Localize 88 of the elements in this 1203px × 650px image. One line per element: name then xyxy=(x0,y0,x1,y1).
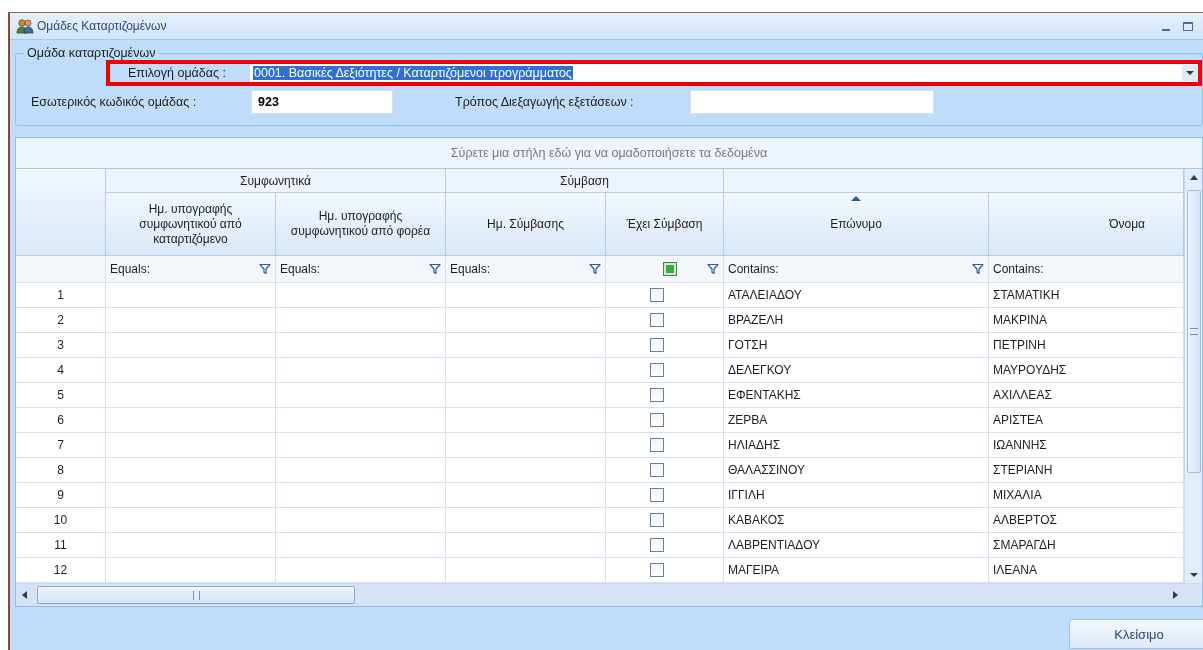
filter-condition[interactable]: Contains: xyxy=(993,262,1044,276)
filter-condition[interactable]: Equals: xyxy=(280,262,321,276)
filter-icon[interactable] xyxy=(259,263,271,275)
checkbox[interactable] xyxy=(649,563,664,577)
table-cell: ΓΟΤΣΗ xyxy=(724,333,989,358)
table-cell: ΣΜΑΡΑΓΔΗ xyxy=(989,533,1184,558)
horizontal-scrollbar[interactable] xyxy=(16,583,1202,606)
scroll-down-icon[interactable] xyxy=(1189,573,1198,577)
scroll-right-icon[interactable] xyxy=(1173,591,1178,599)
filter-condition[interactable]: Equals: xyxy=(110,262,151,276)
window-title: Ομάδες Καταρτιζομένων xyxy=(37,19,167,33)
dropdown-button[interactable] xyxy=(1182,65,1198,81)
filter-icon[interactable] xyxy=(589,263,601,275)
filter-condition[interactable]: Equals: xyxy=(450,262,491,276)
scroll-left-icon[interactable] xyxy=(22,591,27,599)
people-icon xyxy=(16,18,34,34)
row-number: 11 xyxy=(16,533,106,558)
field-label: Εσωτερικός κωδικός ομάδας : xyxy=(31,95,198,109)
column-header[interactable]: Ημ. υπογραφής συμφωνητικού από φορέα xyxy=(276,193,446,256)
checkbox[interactable] xyxy=(649,488,664,502)
group-box-title: Ομάδα καταρτιζομένων xyxy=(26,46,157,60)
input-field[interactable]: 923 xyxy=(251,90,393,114)
filter-checkbox[interactable] xyxy=(663,262,677,276)
checkbox[interactable] xyxy=(649,338,664,352)
table-cell: ΑΧΙΛΛΕΑΣ xyxy=(989,383,1184,408)
checkbox[interactable] xyxy=(649,413,664,427)
row-number: 7 xyxy=(16,433,106,458)
checkbox[interactable] xyxy=(649,513,664,527)
scroll-thumb[interactable] xyxy=(37,586,355,604)
selected-text: 0001. Βασικές Δεξιότητες / Καταρτιζόμενοι προγράμματος xyxy=(253,66,573,80)
row-number: 9 xyxy=(16,483,106,508)
table-cell: ΜΙΧΑΛΙΑ xyxy=(989,483,1184,508)
checkbox[interactable] xyxy=(649,313,664,327)
column-header[interactable]: Ημ. Σύμβασης xyxy=(446,193,606,256)
column-header[interactable]: Ημ. υπογραφής συμφωνητικού από καταρτιζόμενο xyxy=(106,193,276,256)
checkbox[interactable] xyxy=(649,363,664,377)
column-header[interactable]: Όνομα xyxy=(989,193,1184,256)
filter-icon[interactable] xyxy=(972,263,984,275)
band-header: Συμφωνητικά xyxy=(106,169,446,193)
table-cell: ΜΑΥΡΟΥΔΗΣ xyxy=(989,358,1184,383)
table-cell: ΑΛΒΕΡΤΟΣ xyxy=(989,508,1184,533)
scroll-thumb[interactable] xyxy=(1186,190,1201,473)
table-cell: ΣΤΑΜΑΤΙΚΗ xyxy=(989,283,1184,308)
vertical-scrollbar[interactable] xyxy=(1184,169,1202,583)
row-number: 1 xyxy=(16,283,106,308)
scroll-up-icon[interactable] xyxy=(1189,175,1198,180)
table-cell: ΛΑΒΡΕΝΤΙΑΔΟΥ xyxy=(724,533,989,558)
field-label: Τρόπος Διεξαγωγής εξετάσεων : xyxy=(455,95,635,109)
row-number: 10 xyxy=(16,508,106,533)
row-number: 8 xyxy=(16,458,106,483)
column-header[interactable]: Επώνυμο xyxy=(724,193,989,256)
close-button[interactable]: Κλείσιμο xyxy=(1069,619,1203,649)
filter-condition[interactable]: Contains: xyxy=(728,262,779,276)
band-header: Σύμβαση xyxy=(446,169,724,193)
table-cell: ΠΕΤΡΙΝΗ xyxy=(989,333,1184,358)
filter-icon[interactable] xyxy=(707,263,719,275)
table-cell: ΙΛΕΑΝΑ xyxy=(989,558,1184,583)
table-cell: ΗΛΙΑΔΗΣ xyxy=(724,433,989,458)
column-header[interactable]: Έχει Σύμβαση xyxy=(606,193,724,256)
checkbox[interactable] xyxy=(649,438,664,452)
row-number: 5 xyxy=(16,383,106,408)
checkbox[interactable] xyxy=(649,388,664,402)
table-cell: ΚΑΒΑΚΟΣ xyxy=(724,508,989,533)
checkbox[interactable] xyxy=(649,538,664,552)
row-number: 6 xyxy=(16,408,106,433)
row-number: 12 xyxy=(16,558,106,583)
table-cell: ΒΡΑΖΕΛΗ xyxy=(724,308,989,333)
checkbox[interactable] xyxy=(649,463,664,477)
table-cell: ΜΑΚΡΙΝΑ xyxy=(989,308,1184,333)
table-cell: ΙΓΓΙΛΗ xyxy=(724,483,989,508)
field-label: Επιλογή ομάδας : xyxy=(127,66,227,80)
group-panel-hint: Σύρετε μια στήλη εδώ για να ομαδοποιήσετε τα δεδομένα xyxy=(450,146,768,160)
input-field[interactable] xyxy=(690,90,934,114)
checkbox[interactable] xyxy=(649,288,664,302)
table-cell: ΙΩΑΝΝΗΣ xyxy=(989,433,1184,458)
table-cell: ΘΑΛΑΣΣΙΝΟΥ xyxy=(724,458,989,483)
row-number: 3 xyxy=(16,333,106,358)
table-cell: ΑΤΑΛΕΙΑΔΟΥ xyxy=(724,283,989,308)
filter-icon[interactable] xyxy=(429,263,441,275)
table-cell: ΖΕΡΒΑ xyxy=(724,408,989,433)
table-cell: ΣΤΕΡΙΑΝΗ xyxy=(989,458,1184,483)
table-cell: ΔΕΛΕΓΚΟΥ xyxy=(724,358,989,383)
table-cell: ΜΑΓΕΙΡΑ xyxy=(724,558,989,583)
group-dropdown[interactable]: 0001. Βασικές Δεξιότητες / Καταρτιζόμενοι προγράμματος xyxy=(250,64,1198,82)
table-cell: ΕΦΕΝΤΑΚΗΣ xyxy=(724,383,989,408)
row-number: 4 xyxy=(16,358,106,383)
row-number: 2 xyxy=(16,308,106,333)
table-cell: ΑΡΙΣΤΕΑ xyxy=(989,408,1184,433)
